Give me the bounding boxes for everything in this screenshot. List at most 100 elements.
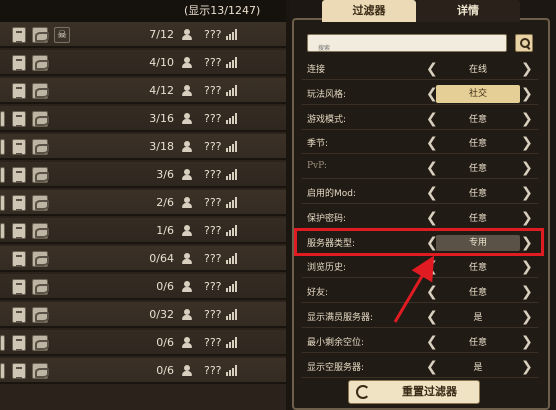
server-tags <box>0 167 80 183</box>
filter-value: 是 <box>473 313 483 323</box>
server-row[interactable]: ☠ 7/12??? <box>0 22 290 48</box>
arrow-right-icon[interactable]: ❯ <box>521 185 533 201</box>
arrow-right-icon[interactable]: ❯ <box>521 135 533 151</box>
arrow-left-icon[interactable]: ❮ <box>426 284 438 300</box>
arrow-right-icon[interactable]: ❯ <box>521 309 533 325</box>
server-row[interactable]: 2/6??? <box>0 190 290 216</box>
scroll-icon <box>32 363 49 379</box>
ping-value: ??? <box>204 140 222 153</box>
arrow-right-icon[interactable]: ❯ <box>521 61 533 77</box>
server-row[interactable]: 0/6??? <box>0 330 290 356</box>
person-icon <box>182 337 192 349</box>
arrow-left-icon[interactable]: ❮ <box>426 135 438 151</box>
filter-value: 任意 <box>468 189 487 199</box>
filter-row: 游戏模式: ❮ 任意 ❯ <box>302 108 538 130</box>
arrow-right-icon[interactable]: ❯ <box>521 160 533 176</box>
arrow-left-icon[interactable]: ❮ <box>426 111 438 127</box>
search-field[interactable] <box>307 34 507 57</box>
signal-icon <box>226 29 238 40</box>
player-count: 0/64 <box>149 252 174 265</box>
filter-row: 启用的Mod: ❮ 任意 ❯ <box>302 182 538 204</box>
ping-value: ??? <box>204 224 222 237</box>
document-icon <box>12 167 26 183</box>
server-row[interactable]: 3/6??? <box>0 162 290 188</box>
filter-row: 浏览历史: ❮ 任意 ❯ <box>302 256 538 279</box>
server-row[interactable]: 4/12??? <box>0 78 290 104</box>
arrow-right-icon[interactable]: ❯ <box>521 359 533 375</box>
filter-row: 显示空服务器: ❮ 是 ❯ <box>302 356 538 378</box>
filter-value: 任意 <box>468 263 487 274</box>
server-row[interactable]: 0/6??? <box>0 358 290 384</box>
filter-label: 玩法风格: <box>307 89 347 100</box>
filter-value: 任意 <box>468 337 487 348</box>
scroll-icon <box>32 223 49 239</box>
server-row[interactable]: 0/6??? <box>0 274 290 300</box>
arrow-left-icon[interactable]: ❮ <box>426 86 438 102</box>
arrow-right-icon[interactable]: ❯ <box>521 210 533 226</box>
filter-value: 任意 <box>468 139 487 150</box>
server-list[interactable]: ☠ 7/12??? 4/10??? 4/12??? 3/16??? 3/18??? 3/6?… <box>0 22 290 410</box>
player-count: 0/6 <box>156 336 174 349</box>
arrow-left-icon[interactable]: ❮ <box>426 359 438 375</box>
ping-value: ??? <box>204 280 222 293</box>
filter-label: 季节: <box>307 139 329 150</box>
filter-value: 任意 <box>468 213 487 224</box>
player-count: 3/6 <box>156 168 174 181</box>
document-icon <box>12 307 26 323</box>
server-row[interactable]: 0/32??? <box>0 302 290 328</box>
arrow-right-icon[interactable]: ❯ <box>521 284 533 300</box>
arrow-left-icon[interactable]: ❮ <box>426 160 438 176</box>
signal-icon <box>226 337 238 348</box>
filter-row: 好友: ❮ 任意 ❯ <box>302 281 538 304</box>
scroll-icon <box>32 83 49 99</box>
arrow-left-icon[interactable]: ❮ <box>426 210 438 226</box>
filter-label: 好友: <box>307 288 329 299</box>
player-count: 3/16 <box>149 112 174 125</box>
arrow-right-icon[interactable]: ❯ <box>521 334 533 350</box>
server-tags <box>0 83 80 99</box>
search-input[interactable] <box>308 40 506 57</box>
filter-label: 连接 <box>307 65 326 75</box>
person-icon <box>182 253 192 265</box>
filter-row: 显示满员服务器: ❮ 是 ❯ <box>302 306 538 328</box>
arrow-left-icon[interactable]: ❮ <box>426 185 438 201</box>
ping-value: ??? <box>204 308 222 321</box>
arrow-right-icon[interactable]: ❯ <box>521 111 533 127</box>
server-row[interactable]: 3/16??? <box>0 106 290 132</box>
player-count: 4/10 <box>149 56 174 69</box>
mod-icon <box>0 167 5 183</box>
server-tags <box>0 111 80 127</box>
scroll-icon <box>32 279 49 295</box>
player-count: 1/6 <box>156 224 174 237</box>
arrow-right-icon[interactable]: ❯ <box>521 259 533 275</box>
server-tags <box>0 363 80 379</box>
arrow-left-icon[interactable]: ❮ <box>426 309 438 325</box>
ping-value: ??? <box>204 252 222 265</box>
server-row[interactable]: 3/18??? <box>0 134 290 160</box>
server-row[interactable]: 1/6??? <box>0 218 290 244</box>
document-icon <box>12 111 26 127</box>
arrow-right-icon[interactable]: ❯ <box>521 86 533 102</box>
filter-row: 玩法风格: ❮ 社交 ❯ <box>302 83 538 105</box>
document-icon <box>12 363 26 379</box>
search-button[interactable] <box>515 34 533 52</box>
filter-label: 显示满员服务器: <box>307 313 374 323</box>
server-row[interactable]: 0/64??? <box>0 246 290 272</box>
signal-icon <box>226 141 238 152</box>
arrow-left-icon[interactable]: ❮ <box>426 334 438 350</box>
player-count: 0/6 <box>156 280 174 293</box>
tab-filter[interactable]: 过滤器 <box>322 0 416 22</box>
tab-details[interactable]: 详情 <box>416 0 520 22</box>
mod-icon <box>0 223 5 239</box>
filter-row: 连接 ❮ 在线 ❯ <box>302 58 538 80</box>
scroll-icon <box>32 335 49 351</box>
server-count: (显示13/1247) <box>184 4 261 17</box>
mod-icon <box>0 195 5 211</box>
server-row[interactable]: 4/10??? <box>0 50 290 76</box>
filter-label: 启用的Mod: <box>307 189 357 199</box>
arrow-left-icon[interactable]: ❮ <box>426 61 438 77</box>
person-icon <box>182 197 192 209</box>
arrow-left-icon[interactable]: ❮ <box>426 259 438 275</box>
player-count: 7/12 <box>149 28 174 41</box>
document-icon <box>12 251 26 267</box>
